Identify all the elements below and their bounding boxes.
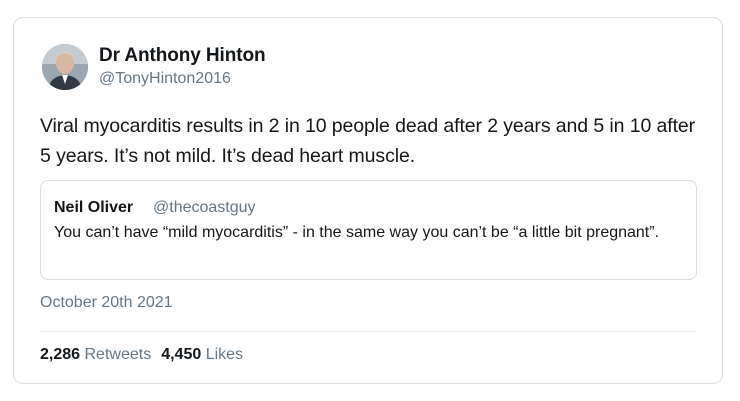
quoted-author-name: Neil Oliver bbox=[54, 199, 134, 216]
quoted-tweet[interactable]: Neil Oliver @thecoastguy You can’t have … bbox=[40, 180, 697, 280]
likes-label: Likes bbox=[205, 346, 244, 363]
likes-count: 4,450 bbox=[161, 346, 202, 363]
retweets-count: 2,286 bbox=[40, 346, 81, 363]
tweet-stats: 2,286 Retweets 4,450 Likes bbox=[40, 346, 243, 364]
avatar-image bbox=[42, 44, 88, 90]
likes-stat[interactable]: 4,450 Likes bbox=[161, 346, 243, 363]
quoted-tweet-text: You can’t have “mild myocarditis” - in t… bbox=[54, 224, 660, 241]
avatar[interactable] bbox=[42, 44, 88, 90]
tweet-date[interactable]: October 20th 2021 bbox=[40, 294, 173, 312]
quoted-author-handle: @thecoastguy bbox=[153, 199, 256, 216]
author-handle[interactable]: @TonyHinton2016 bbox=[99, 70, 231, 88]
divider bbox=[40, 331, 697, 332]
tweet-text: Viral myocarditis results in 2 in 10 peo… bbox=[40, 115, 696, 167]
tweet-card: Dr Anthony Hinton @TonyHinton2016 Viral … bbox=[13, 17, 723, 384]
author-name[interactable]: Dr Anthony Hinton bbox=[99, 45, 266, 67]
retweets-stat[interactable]: 2,286 Retweets bbox=[40, 346, 151, 363]
retweets-label: Retweets bbox=[84, 346, 152, 363]
